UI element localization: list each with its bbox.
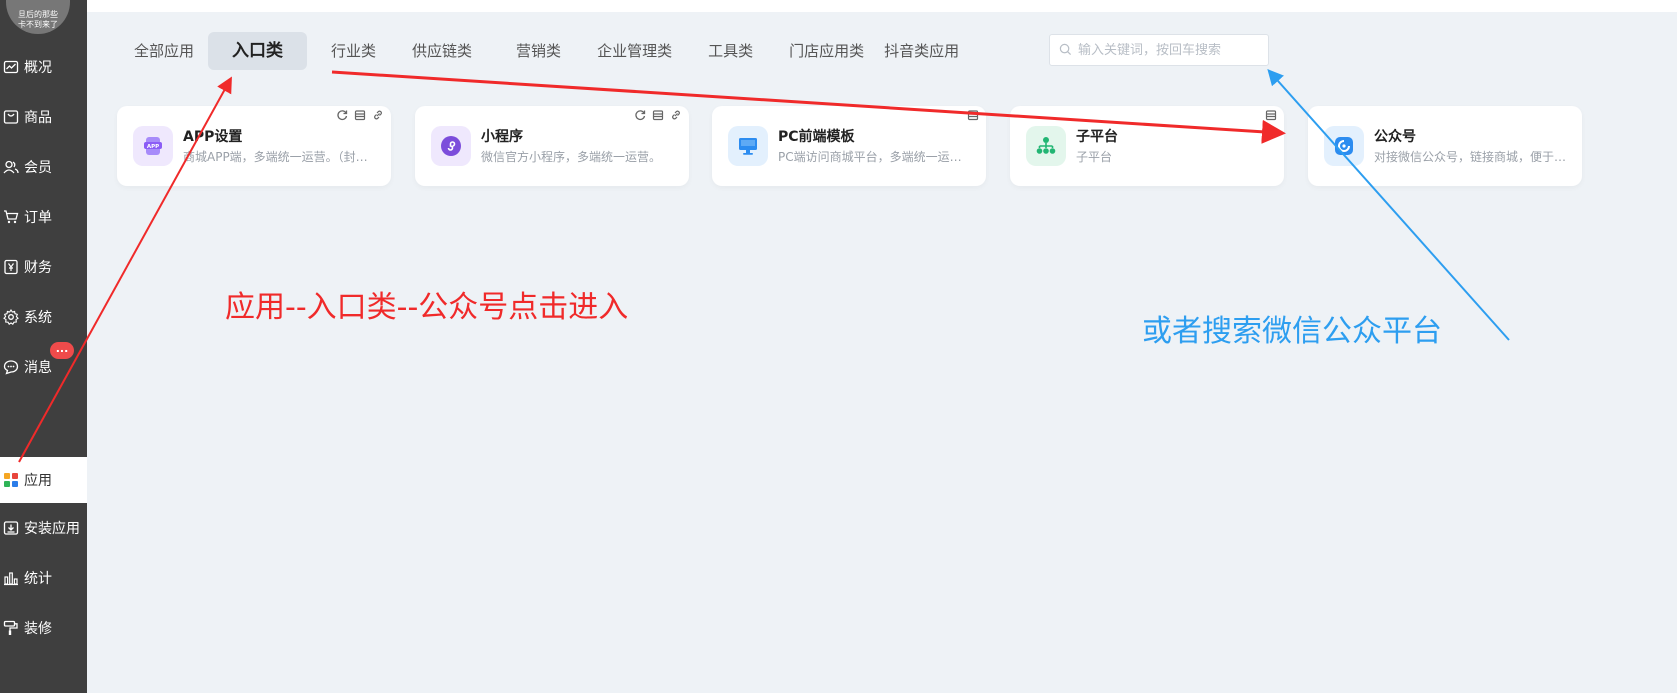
chat-icon: [2, 358, 20, 376]
sidebar-item-label: 系统: [24, 310, 52, 326]
card-title: 公众号: [1374, 129, 1416, 145]
app-card-official-account[interactable]: 公众号 对接微信公众号，链接商城，便于…: [1308, 106, 1582, 186]
product-icon: [2, 108, 20, 126]
search-box[interactable]: [1049, 34, 1269, 66]
paint-roller-icon: [2, 619, 20, 637]
tab-supply-chain[interactable]: 供应链类: [390, 32, 486, 70]
sidebar-item-label: 装修: [24, 621, 52, 637]
monitor-icon: [728, 126, 768, 166]
avatar-text-1: 旦后的那些: [18, 10, 58, 19]
card-description: 子平台: [1076, 150, 1113, 164]
app-card-app-settings[interactable]: APP APP设置 商城APP端，多端统一运营。（封…: [117, 106, 391, 186]
org-tree-icon: [1026, 126, 1066, 166]
annotation-red-instruction: 应用--入口类--公众号点击进入: [225, 290, 629, 325]
sidebar-item-overview[interactable]: 概况: [0, 47, 87, 87]
card-actions: [335, 108, 385, 122]
sidebar-item-label: 商品: [24, 110, 52, 126]
card-title: 小程序: [481, 129, 523, 145]
search-icon: [1059, 41, 1072, 60]
link-icon[interactable]: [669, 108, 683, 122]
wechat-official-icon: [1324, 126, 1364, 166]
sidebar-item-install-apps[interactable]: 安装应用: [0, 508, 87, 548]
sidebar-item-label: 统计: [24, 571, 52, 587]
app-card-miniprogram[interactable]: 小程序 微信官方小程序，多端统一运营。: [415, 106, 689, 186]
bar-chart-icon: [2, 569, 20, 587]
refresh-icon[interactable]: [335, 108, 349, 122]
miniprogram-icon: [431, 126, 471, 166]
cart-icon: [2, 208, 20, 226]
store-icon[interactable]: [966, 108, 980, 122]
svg-text:APP: APP: [147, 144, 159, 150]
app-card-pc-template[interactable]: PC前端模板 PC端访问商城平台，多端统一运…: [712, 106, 986, 186]
sidebar-item-label: 订单: [24, 210, 52, 226]
install-icon: [2, 519, 20, 537]
sidebar-item-label: 应用: [24, 473, 52, 489]
users-icon: [2, 158, 20, 176]
app-card-sub-platform[interactable]: 子平台 子平台: [1010, 106, 1284, 186]
card-title: PC前端模板: [778, 129, 855, 145]
sidebar: 旦后的那些 卡不到来了 概况 商品 会员 订单 财务 系统 消息 ... 应用 …: [0, 0, 87, 693]
search-input[interactable]: [1078, 42, 1258, 58]
sidebar-item-apps[interactable]: 应用: [0, 457, 87, 503]
tab-marketing[interactable]: 营销类: [486, 32, 575, 70]
card-actions: [633, 108, 683, 122]
sidebar-item-members[interactable]: 会员: [0, 147, 87, 187]
message-badge: ...: [50, 342, 74, 359]
card-actions: [1264, 108, 1278, 122]
sidebar-item-products[interactable]: 商品: [0, 97, 87, 137]
sidebar-item-messages[interactable]: 消息: [0, 347, 87, 387]
sidebar-item-label: 消息: [24, 360, 52, 376]
sidebar-item-label: 安装应用: [24, 521, 80, 537]
tab-store-apps[interactable]: 门店应用类: [767, 32, 878, 70]
card-description: PC端访问商城平台，多端统一运…: [778, 150, 962, 164]
tab-douyin-apps[interactable]: 抖音类应用: [878, 32, 973, 70]
sidebar-item-system[interactable]: 系统: [0, 297, 87, 337]
sidebar-item-orders[interactable]: 订单: [0, 197, 87, 237]
sidebar-item-label: 会员: [24, 160, 52, 176]
sidebar-item-label: 财务: [24, 260, 52, 276]
tab-all-apps[interactable]: 全部应用: [120, 32, 208, 70]
sidebar-item-finance[interactable]: 财务: [0, 247, 87, 287]
gear-icon: [2, 308, 20, 326]
store-icon[interactable]: [353, 108, 367, 122]
card-title: 子平台: [1076, 129, 1118, 145]
apps-grid-icon: [2, 471, 20, 489]
card-description: 对接微信公众号，链接商城，便于…: [1374, 150, 1567, 164]
store-icon[interactable]: [1264, 108, 1278, 122]
card-actions: [966, 108, 980, 122]
link-icon[interactable]: [371, 108, 385, 122]
card-description: 微信官方小程序，多端统一运营。: [481, 150, 662, 164]
card-title: APP设置: [183, 129, 243, 145]
card-description: 商城APP端，多端统一运营。（封…: [183, 150, 368, 164]
chart-line-icon: [2, 58, 20, 76]
refresh-icon[interactable]: [633, 108, 647, 122]
avatar[interactable]: 旦后的那些 卡不到来了: [6, 0, 70, 34]
app-icon: APP: [133, 126, 173, 166]
tab-enterprise-management[interactable]: 企业管理类: [575, 32, 686, 70]
sidebar-item-label: 概况: [24, 60, 52, 76]
annotation-blue-instruction: 或者搜索微信公众平台: [1142, 314, 1442, 349]
sidebar-item-decoration[interactable]: 装修: [0, 608, 87, 648]
tab-tools[interactable]: 工具类: [686, 32, 767, 70]
category-tabs: 全部应用 入口类 行业类 供应链类 营销类 企业管理类 工具类 门店应用类 抖音…: [120, 32, 973, 70]
tab-entry[interactable]: 入口类: [208, 32, 308, 70]
store-icon[interactable]: [651, 108, 665, 122]
tab-industry[interactable]: 行业类: [307, 32, 390, 70]
yen-icon: [2, 258, 20, 276]
sidebar-item-statistics[interactable]: 统计: [0, 558, 87, 598]
top-bar: [87, 0, 1677, 12]
avatar-text-2: 卡不到来了: [18, 20, 58, 29]
